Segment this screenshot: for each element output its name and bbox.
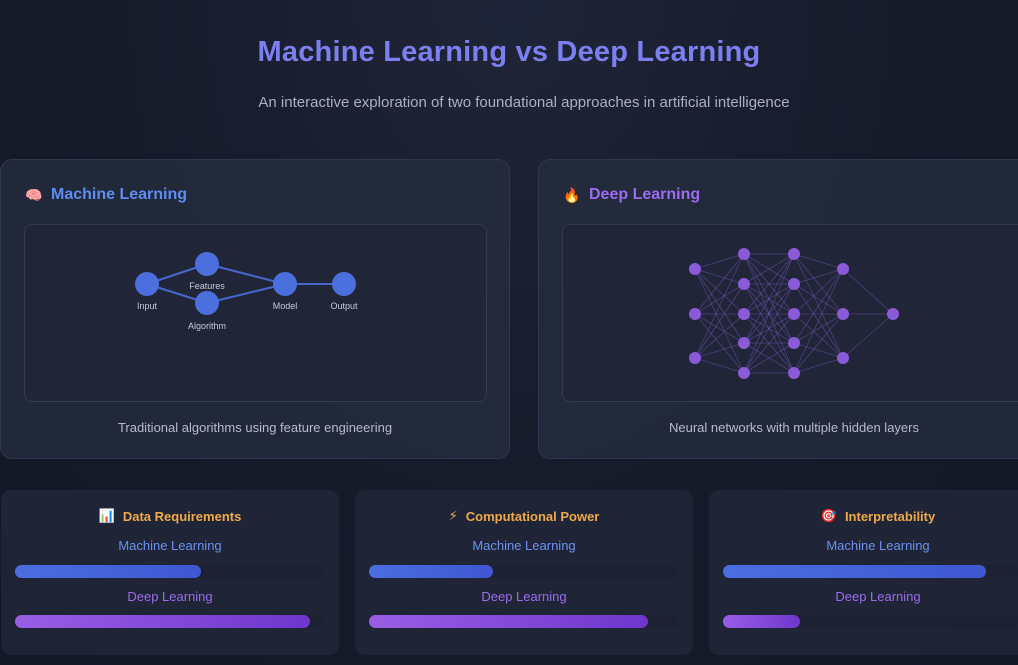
ml-node-input[interactable]	[135, 272, 159, 296]
ml-node-features[interactable]	[195, 252, 219, 276]
metric-card-interpretability[interactable]: 🎯 Interpretability Machine Learning Deep…	[709, 490, 1018, 655]
metric-ml-bar	[723, 565, 1018, 578]
dl-connection	[793, 357, 844, 374]
metric-dl-label: Deep Learning	[481, 589, 567, 604]
ml-card[interactable]: 🧠 Machine Learning Input Features Algori…	[0, 159, 510, 459]
page-title: Machine Learning vs Deep Learning	[257, 36, 761, 68]
dl-neuron[interactable]	[738, 367, 750, 379]
ml-node-model[interactable]	[273, 272, 297, 296]
fire-icon: 🔥	[563, 186, 581, 203]
dl-neuron[interactable]	[689, 352, 701, 364]
dl-connection	[842, 268, 894, 315]
dl-card-header: 🔥 Deep Learning	[563, 186, 700, 204]
metric-header: 📊 Data Requirements	[1, 508, 339, 524]
ml-card-title: Machine Learning	[51, 186, 188, 203]
dl-connection	[694, 253, 745, 270]
dl-neuron[interactable]	[788, 367, 800, 379]
dl-neuron[interactable]	[837, 308, 849, 320]
dl-connection	[694, 313, 745, 344]
dl-neuron[interactable]	[738, 337, 750, 349]
metric-dl-label: Deep Learning	[127, 589, 213, 604]
dl-card[interactable]: 🔥 Deep Learning Neural networks with mul…	[538, 159, 1018, 459]
dl-network-diagram[interactable]	[562, 224, 1018, 402]
dl-connection	[694, 253, 745, 359]
dl-neuron[interactable]	[788, 308, 800, 320]
metric-ml-label: Machine Learning	[472, 538, 576, 553]
dl-connection	[793, 268, 844, 315]
dl-connection	[694, 342, 745, 359]
dl-neuron[interactable]	[738, 278, 750, 290]
dl-neuron[interactable]	[837, 352, 849, 364]
metric-header: 🎯 Interpretability	[709, 508, 1018, 524]
dl-connection	[793, 268, 844, 344]
dl-neuron[interactable]	[887, 308, 899, 320]
dl-connection	[793, 253, 844, 270]
ml-node-model-label: Model	[273, 301, 298, 311]
metric-ml-bar	[15, 565, 325, 578]
ml-card-description: Traditional algorithms using feature eng…	[117, 420, 393, 435]
metric-title: Interpretability	[844, 508, 936, 524]
metric-dl-fill	[369, 615, 648, 628]
dl-connection	[842, 313, 894, 359]
dl-connection	[793, 283, 844, 315]
dl-card-title: Deep Learning	[589, 186, 701, 203]
dl-neuron[interactable]	[788, 248, 800, 260]
dl-connection	[793, 342, 844, 359]
metric-dl-bar	[723, 615, 1018, 628]
ml-node-input-label: Input	[137, 301, 158, 311]
ml-card-header: 🧠 Machine Learning	[25, 186, 187, 204]
metric-dl-bar	[15, 615, 325, 628]
metric-header: ⚡ Computational Power	[355, 508, 693, 524]
metric-ml-bar	[369, 565, 679, 578]
dl-neuron[interactable]	[788, 278, 800, 290]
dl-connection	[694, 268, 745, 315]
metric-ml-fill	[15, 565, 201, 578]
metric-ml-fill	[369, 565, 493, 578]
brain-icon: 🧠	[25, 186, 43, 203]
dl-connection	[694, 268, 745, 285]
ml-pipeline-diagram[interactable]: Input Features Algorithm Model Output	[24, 224, 487, 402]
metric-card-computational-power[interactable]: ⚡ Computational Power Machine Learning D…	[355, 490, 693, 655]
metric-title: Computational Power	[465, 508, 600, 524]
dl-connection	[793, 313, 844, 344]
dl-neuron[interactable]	[788, 337, 800, 349]
dl-neuron[interactable]	[689, 263, 701, 275]
page-subtitle: An interactive exploration of two founda…	[258, 94, 790, 111]
dl-connection	[793, 268, 844, 285]
ml-node-algorithm[interactable]	[195, 291, 219, 315]
metric-ml-fill	[723, 565, 987, 578]
ml-node-output-label: Output	[330, 301, 358, 311]
dl-neuron[interactable]	[837, 263, 849, 275]
metric-dl-bar	[369, 615, 679, 628]
metric-title: Data Requirements	[122, 508, 242, 524]
dl-connection	[694, 283, 745, 315]
bar-chart-icon: 📊	[98, 508, 115, 523]
dl-connection	[694, 357, 745, 374]
dl-neuron[interactable]	[689, 308, 701, 320]
metric-ml-label: Machine Learning	[118, 538, 222, 553]
lightning-icon: ⚡	[448, 508, 458, 523]
metric-card-data-requirements[interactable]: 📊 Data Requirements Machine Learning Dee…	[1, 490, 339, 655]
dl-neuron[interactable]	[738, 248, 750, 260]
dl-network-svg	[689, 248, 899, 379]
dl-neuron[interactable]	[738, 308, 750, 320]
metric-dl-label: Deep Learning	[835, 589, 921, 604]
metric-ml-label: Machine Learning	[826, 538, 930, 553]
ml-node-output[interactable]	[332, 272, 356, 296]
ml-pipeline-svg: Input Features Algorithm Model Output	[135, 252, 358, 331]
metric-dl-fill	[15, 615, 310, 628]
ml-node-features-label: Features	[189, 281, 225, 291]
target-icon: 🎯	[820, 508, 837, 523]
dl-connection	[694, 313, 745, 374]
dl-connection	[793, 313, 844, 374]
metric-dl-fill	[723, 615, 800, 628]
ml-node-algorithm-label: Algorithm	[188, 321, 226, 331]
dl-card-description: Neural networks with multiple hidden lay…	[668, 420, 919, 435]
